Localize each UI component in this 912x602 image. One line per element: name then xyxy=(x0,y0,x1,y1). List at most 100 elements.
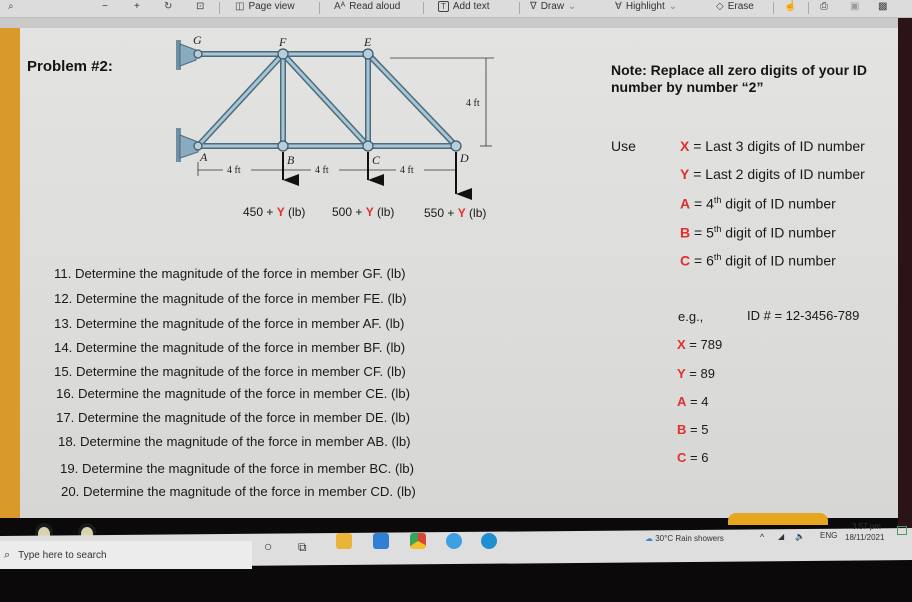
page-view-icon: ◫ xyxy=(235,1,245,12)
chevron-down-icon[interactable]: ⌄ xyxy=(669,1,677,12)
clock-time[interactable]: 3:57 pm xyxy=(852,522,881,531)
question-item: 18. Determine the magnitude of the force… xyxy=(58,434,411,449)
network-icon[interactable]: ◢ xyxy=(778,532,784,541)
span-label-cd: 4 ft xyxy=(400,165,414,176)
question-item: 20. Determine the magnitude of the force… xyxy=(61,484,416,499)
language-indicator[interactable]: ENG xyxy=(820,531,837,540)
example-x: X = 789 xyxy=(677,337,723,352)
toolbar-divider xyxy=(219,2,220,14)
page-view-button[interactable]: ◫ Page view xyxy=(235,1,295,12)
toolbar-divider xyxy=(773,2,774,14)
task-view-icon[interactable]: ⧉ xyxy=(298,540,307,555)
question-item: 13. Determine the magnitude of the force… xyxy=(54,316,405,331)
edge-icon[interactable] xyxy=(481,533,497,549)
question-item: 12. Determine the magnitude of the force… xyxy=(54,291,407,306)
draw-icon: ∇ xyxy=(530,1,537,12)
notification-center-icon[interactable] xyxy=(897,526,907,535)
rotate-icon[interactable]: ↻ xyxy=(164,1,172,12)
draw-label: Draw xyxy=(540,1,565,12)
read-aloud-icon: Aᴬ xyxy=(334,1,346,12)
weather-icon: ☁ xyxy=(645,534,653,543)
search-placeholder: Type here to search xyxy=(18,549,107,561)
taskbar-search-box[interactable]: ⌕ Type here to search xyxy=(0,541,252,569)
mail-icon[interactable] xyxy=(373,533,389,549)
volume-icon[interactable]: 🔈 xyxy=(795,532,805,541)
file-explorer-icon[interactable] xyxy=(336,533,352,549)
span-label-ab: 4 ft xyxy=(227,165,241,176)
example-y: Y = 89 xyxy=(677,366,715,381)
weather-text: 30°C Rain showers xyxy=(655,534,724,543)
note-text: Note: Replace all zero digits of your ID… xyxy=(611,62,867,95)
example-c: C = 6 xyxy=(677,450,709,465)
tray-chevron-icon[interactable]: ^ xyxy=(760,532,764,542)
load-label-c: 500 + Y (lb) xyxy=(332,205,395,219)
question-item: 11. Determine the magnitude of the force… xyxy=(54,266,406,281)
draw-button[interactable]: ∇ Draw ⌄ xyxy=(530,1,576,12)
fit-page-icon[interactable]: ⊡ xyxy=(196,1,204,12)
definition-c: C = 6th digit of ID number xyxy=(680,252,836,269)
definition-b: B = 5th digit of ID number xyxy=(680,224,836,241)
joint-label-b: B xyxy=(287,153,295,167)
pdf-toolbar: ⌕ − + ↻ ⊡ ◫ Page view Aᴬ Read aloud T Ad… xyxy=(0,0,912,18)
search-icon: ⌕ xyxy=(4,548,11,561)
joint-label-a: A xyxy=(199,150,208,164)
highlight-icon: ∀ xyxy=(615,1,622,12)
chrome-icon[interactable] xyxy=(410,533,426,549)
highlight-button[interactable]: ∀ Highlight ⌄ xyxy=(615,1,677,12)
add-text-button[interactable]: T Add text xyxy=(438,1,490,12)
example-b: B = 5 xyxy=(677,422,709,437)
question-item: 15. Determine the magnitude of the force… xyxy=(54,364,406,379)
truss-diagram: G F E A B C D 4 ft 4 ft 4 ft 4 ft xyxy=(176,33,494,200)
toolbar-divider xyxy=(319,2,320,14)
search-icon[interactable]: ⌕ xyxy=(8,1,14,12)
joint-label-g: G xyxy=(193,33,202,47)
highlight-label: Highlight xyxy=(625,1,665,12)
question-item: 17. Determine the magnitude of the force… xyxy=(56,410,411,425)
load-label-b: 450 + Y (lb) xyxy=(243,205,306,219)
chevron-down-icon[interactable]: ⌄ xyxy=(568,1,576,12)
erase-button[interactable]: ◇ Erase xyxy=(716,1,754,12)
load-arrows xyxy=(282,152,472,200)
definition-y: Y = Last 2 digits of ID number xyxy=(680,166,865,182)
joint-label-f: F xyxy=(278,35,287,49)
use-label: Use xyxy=(611,138,636,154)
height-label: 4 ft xyxy=(466,98,480,109)
read-aloud-button[interactable]: Aᴬ Read aloud xyxy=(334,1,400,12)
notification-pill xyxy=(728,513,828,525)
toolbar-divider xyxy=(519,2,520,14)
example-id: ID # = 12-3456-789 xyxy=(747,308,860,323)
erase-label: Erase xyxy=(727,1,754,12)
zoom-in-button[interactable]: + xyxy=(134,1,140,12)
skype-icon[interactable] xyxy=(446,533,462,549)
eraser-icon: ◇ xyxy=(716,1,724,12)
weather-widget[interactable]: ☁ 30°C Rain showers xyxy=(645,534,724,543)
print-icon[interactable]: ⎙ xyxy=(820,1,828,12)
joint-label-d: D xyxy=(459,151,469,165)
joint-label-c: C xyxy=(372,153,381,167)
load-label-d: 550 + Y (lb) xyxy=(424,206,487,220)
slide-accent-bar xyxy=(0,28,20,518)
problem-title: Problem #2: xyxy=(27,58,113,75)
save-as-icon[interactable]: ▩ xyxy=(878,1,887,12)
clock-date[interactable]: 18/11/2021 xyxy=(845,533,884,542)
monitor-bezel xyxy=(898,18,912,538)
cortana-icon[interactable]: ○ xyxy=(264,538,272,554)
example-a: A = 4 xyxy=(677,394,709,409)
definition-a: A = 4th digit of ID number xyxy=(680,195,836,212)
page-view-label: Page view xyxy=(248,1,295,12)
add-text-label: Add text xyxy=(452,1,490,12)
example-label: e.g., xyxy=(678,309,704,324)
question-item: 14. Determine the magnitude of the force… xyxy=(54,340,406,355)
question-item: 16. Determine the magnitude of the force… xyxy=(56,386,411,401)
touch-write-icon[interactable]: ☝ xyxy=(784,1,796,12)
span-label-bc: 4 ft xyxy=(315,165,329,176)
read-aloud-label: Read aloud xyxy=(349,1,401,12)
joint-label-e: E xyxy=(363,35,372,49)
toolbar-divider xyxy=(808,2,809,14)
save-icon[interactable]: ▣ xyxy=(850,1,859,12)
toolbar-divider xyxy=(423,2,424,14)
zoom-out-button[interactable]: − xyxy=(102,1,108,12)
question-item: 19. Determine the magnitude of the force… xyxy=(60,461,415,476)
screen: ⌕ − + ↻ ⊡ ◫ Page view Aᴬ Read aloud T Ad… xyxy=(0,0,912,602)
add-text-icon: T xyxy=(438,1,449,12)
